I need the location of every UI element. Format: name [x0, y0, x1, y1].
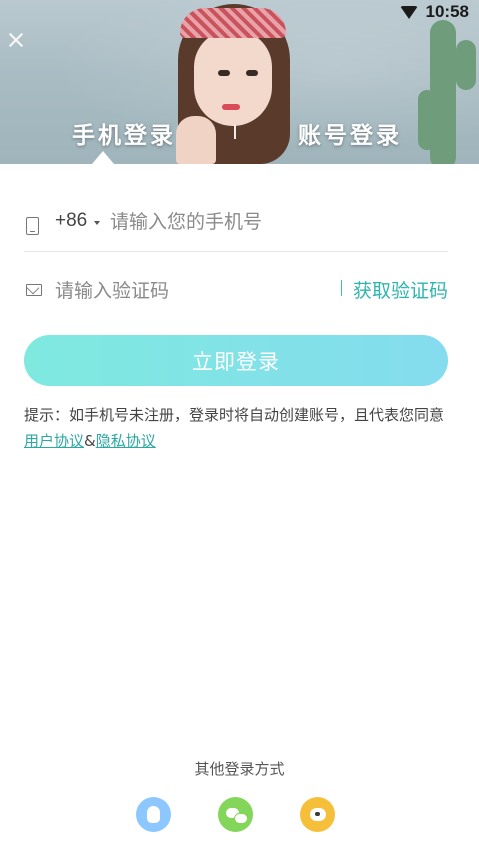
wifi-icon — [399, 5, 418, 19]
weibo-login-button[interactable] — [300, 797, 335, 832]
login-tabs: 手机登录 账号登录 — [0, 116, 479, 156]
hint-text: 提示：如手机号未注册，登录时将自动创建账号，且代表您同意 — [24, 406, 445, 424]
wechat-login-button[interactable] — [218, 797, 253, 832]
hint-separator: & — [84, 432, 96, 450]
active-tab-indicator — [92, 151, 114, 164]
tab-divider — [234, 125, 236, 139]
close-icon[interactable] — [6, 30, 26, 50]
status-bar: 10:58 — [399, 2, 469, 22]
code-divider — [341, 280, 342, 296]
privacy-policy-link[interactable]: 隐私协议 — [96, 432, 156, 450]
registration-hint: 提示：如手机号未注册，登录时将自动创建账号，且代表您同意用户协议&隐私协议 — [24, 402, 452, 454]
wechat-icon — [225, 807, 248, 824]
country-code-selector[interactable]: +86 — [55, 210, 87, 232]
phone-input[interactable] — [110, 206, 440, 238]
envelope-icon — [26, 284, 42, 296]
status-time: 10:58 — [425, 2, 469, 21]
header-banner: 10:58 手机登录 账号登录 — [0, 0, 479, 164]
user-agreement-link[interactable]: 用户协议 — [24, 432, 84, 450]
get-code-button[interactable]: 获取验证码 — [353, 276, 448, 303]
qq-icon — [147, 806, 160, 823]
tab-phone-login[interactable]: 手机登录 — [72, 116, 176, 150]
login-button[interactable]: 立即登录 — [24, 335, 448, 386]
mobile-phone-icon — [26, 217, 39, 235]
chevron-down-icon[interactable] — [94, 221, 100, 225]
qq-login-button[interactable] — [136, 797, 171, 832]
phone-row: +86 — [24, 196, 448, 252]
tab-account-login[interactable]: 账号登录 — [298, 116, 402, 150]
weibo-icon — [309, 808, 326, 821]
verification-code-input[interactable] — [55, 275, 335, 307]
code-row: 获取验证码 — [24, 263, 448, 319]
other-login-title: 其他登录方式 — [194, 760, 285, 778]
